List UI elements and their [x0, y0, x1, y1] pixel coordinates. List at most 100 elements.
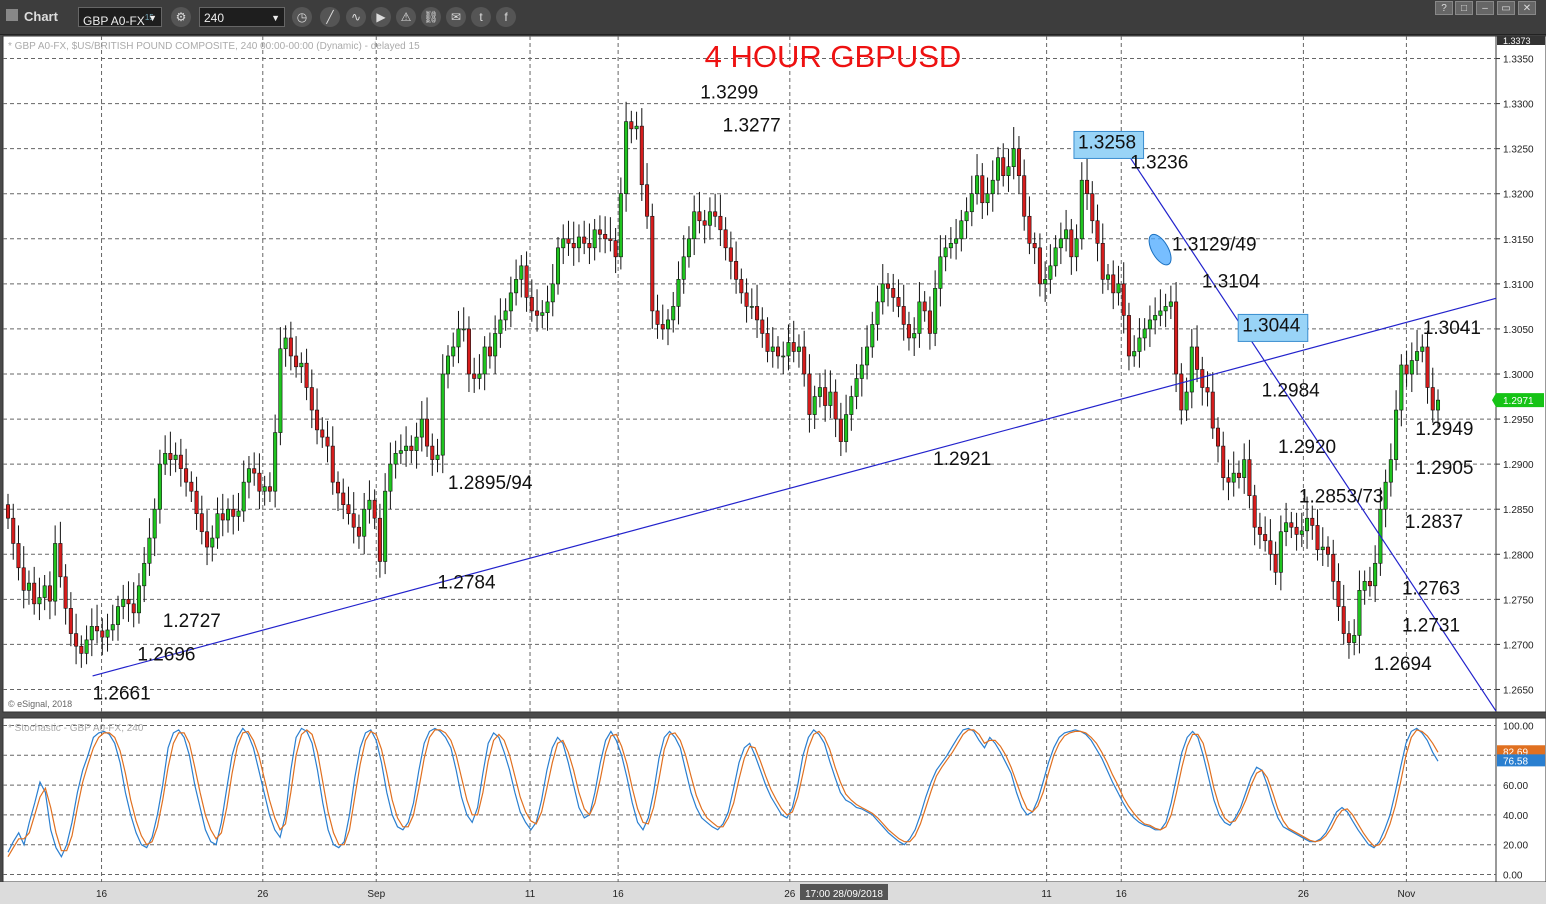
x-tick-label: 16 [96, 889, 108, 900]
candle-body [1320, 546, 1325, 551]
candle-body [487, 346, 492, 357]
candle-body [503, 310, 508, 321]
y-tick-label: 1.3150 [1503, 235, 1534, 246]
candle-body [681, 256, 686, 280]
stochastic-tick-label: 20.00 [1503, 841, 1528, 852]
y-tick-label: 1.2700 [1503, 640, 1534, 651]
candle-body [603, 233, 608, 240]
candle-body [1001, 157, 1006, 177]
level-label: 1.3044 [1242, 315, 1301, 336]
candle-body [508, 292, 513, 312]
candle-body [608, 238, 613, 241]
candle-body [514, 279, 519, 294]
candle-body [1430, 387, 1435, 411]
candle-body [425, 418, 430, 447]
candle-body [1037, 247, 1042, 285]
candle-body [294, 355, 299, 368]
candle-body [330, 445, 335, 483]
candle-body [985, 193, 990, 204]
candle-body [1221, 445, 1226, 478]
y-tick-label: 1.2750 [1503, 595, 1534, 606]
candle-body [419, 418, 424, 438]
level-label: 1.3299 [700, 83, 758, 104]
candle-body [273, 432, 278, 492]
candle-body [582, 236, 587, 244]
candle-body [32, 582, 37, 605]
y-tick-label: 1.3300 [1503, 100, 1534, 111]
candle-body [404, 445, 409, 451]
cursor-time-label: 17:00 28/09/2018 [805, 889, 883, 900]
candle-body [1195, 346, 1200, 370]
candle-body [587, 243, 592, 249]
candle-body [205, 531, 210, 548]
candle-body [980, 175, 985, 204]
candle-body [645, 184, 650, 217]
candle-body [241, 481, 246, 512]
candle-body [1435, 399, 1441, 411]
candle-body [189, 481, 194, 492]
candle-body [833, 391, 838, 420]
stochastic-tick-label: 100.00 [1503, 721, 1534, 732]
candle-body [1053, 247, 1058, 267]
candle-body [540, 312, 545, 316]
x-tick-label: 26 [257, 889, 269, 900]
y-tick-label: 1.3000 [1503, 370, 1534, 381]
candle-body [692, 211, 697, 240]
candle-body [178, 454, 183, 469]
candle-body [906, 324, 911, 339]
candle-body [917, 301, 922, 334]
candle-body [466, 328, 471, 375]
candle-body [42, 585, 47, 598]
candle-body [1121, 283, 1126, 316]
candle-body [47, 585, 52, 602]
candle-body [875, 301, 880, 325]
candle-body [168, 453, 173, 460]
candle-body [1111, 274, 1116, 294]
candle-body [1011, 148, 1016, 167]
candle-body [1153, 315, 1158, 321]
candle-body [451, 346, 456, 357]
candle-body [943, 247, 948, 258]
stochastic-axis [1495, 717, 1546, 883]
candle-body [283, 337, 288, 350]
candle-body [718, 215, 723, 231]
x-tick-label: Sep [367, 889, 385, 900]
candle-body [933, 288, 938, 334]
candle-body [461, 328, 466, 331]
candle-body [1336, 581, 1341, 607]
candle-body [267, 486, 272, 492]
candle-body [110, 624, 115, 631]
candle-body [1315, 525, 1320, 551]
candle-body [1231, 472, 1236, 483]
candle-body [1310, 517, 1315, 526]
candle-body [755, 306, 760, 321]
price-chart[interactable]: 16 26 Sep 11 16 26 11 16 26 Nov 1.3350 1.3300 1.3250… [0, 0, 1546, 904]
candle-body [618, 193, 623, 258]
candle-body [1325, 546, 1331, 555]
candle-body [372, 499, 377, 519]
candle-body [796, 346, 801, 352]
candle-body [21, 567, 26, 591]
candle-body [723, 229, 728, 249]
candle-body [781, 355, 786, 358]
candle-body [665, 319, 671, 330]
copyright: © eSignal, 2018 [8, 699, 72, 709]
candle-body [121, 599, 126, 607]
y-tick-label: 1.3250 [1503, 145, 1534, 156]
candle-body [734, 261, 739, 280]
candle-body [576, 236, 581, 249]
candle-body [1404, 364, 1409, 375]
candle-body [555, 247, 561, 285]
candle-body [1294, 526, 1299, 535]
level-label: 1.3277 [723, 115, 781, 136]
y-tick-label: 1.2800 [1503, 550, 1534, 561]
candle-body [1200, 369, 1205, 388]
candle-body [791, 342, 796, 352]
candle-body [901, 306, 906, 325]
candle-body [802, 346, 807, 375]
y-tick-label: 1.3100 [1503, 280, 1534, 291]
candle-body [257, 472, 262, 492]
candle-body [58, 543, 63, 578]
candle-body [529, 297, 534, 312]
candle-body [938, 256, 943, 289]
